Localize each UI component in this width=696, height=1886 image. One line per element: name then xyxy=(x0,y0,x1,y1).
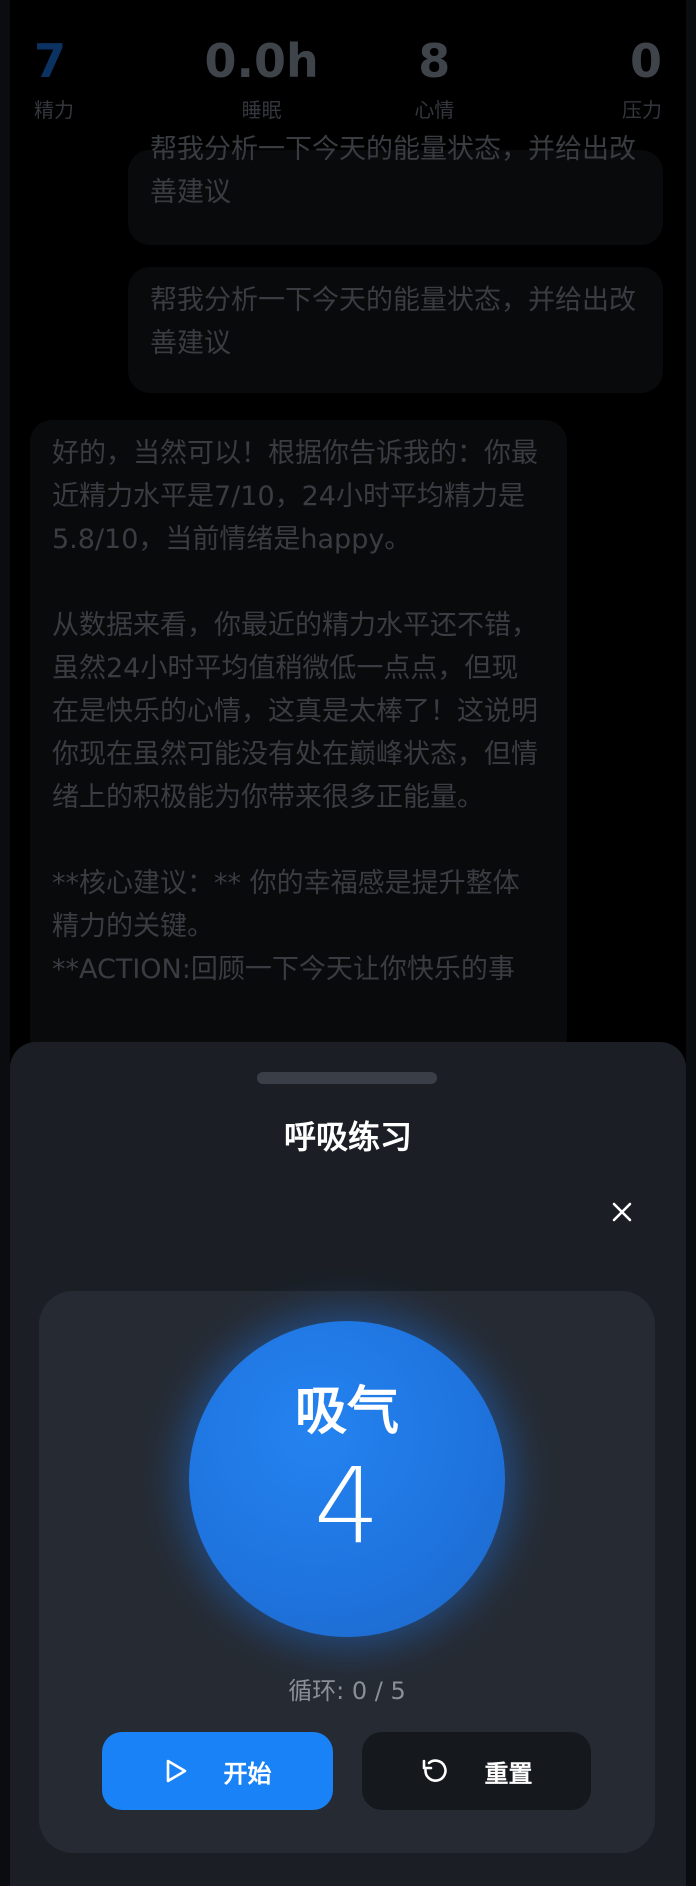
stat-sleep: 0.0h 睡眠 xyxy=(204,34,319,123)
reset-icon xyxy=(422,1759,447,1782)
close-button[interactable] xyxy=(602,1192,642,1232)
breath-phase: 吸气 xyxy=(294,1382,399,1442)
reset-button[interactable]: 重置 xyxy=(362,1732,591,1810)
cycle-counter: 循环: 0 / 5 xyxy=(288,1677,406,1705)
stat-mood: 8 心情 xyxy=(379,38,489,123)
assistant-message-bubble: 好的，当然可以！根据你告诉我的：你最近精力水平是7/10，24小时平均精力是5.… xyxy=(30,420,567,1060)
stat-mood-label: 心情 xyxy=(414,98,455,122)
stat-stress-label: 压力 xyxy=(621,98,662,122)
breathing-circle: 吸气 4 xyxy=(189,1321,505,1637)
stat-stress-value: 0 xyxy=(629,34,662,88)
start-button-label: 开始 xyxy=(223,1759,272,1788)
play-icon xyxy=(166,1759,186,1783)
user-message-text: 帮我分析一下今天的能量状态，并给出改善建议 xyxy=(150,285,636,359)
user-message-text: 帮我分析一下今天的能量状态，并给出改善建议 xyxy=(150,134,636,208)
stat-sleep-label: 睡眠 xyxy=(241,98,282,122)
stat-mood-value: 8 xyxy=(418,34,451,88)
assistant-message-text: 好的，当然可以！根据你告诉我的：你最近精力水平是7/10，24小时平均精力是5.… xyxy=(52,438,538,985)
stat-energy-value: 7 xyxy=(34,34,67,88)
stat-energy-label: 精力 xyxy=(34,98,74,122)
user-message-bubble: 帮我分析一下今天的能量状态，并给出改善建议 xyxy=(128,134,663,245)
reset-button-label: 重置 xyxy=(484,1759,533,1788)
breath-count: 4 xyxy=(313,1445,381,1567)
breathing-card: 吸气 4 循环: 0 / 5 开始 重置 xyxy=(39,1291,655,1853)
stat-stress: 0 压力 xyxy=(552,38,662,123)
start-button[interactable]: 开始 xyxy=(102,1732,333,1810)
close-icon xyxy=(612,1202,632,1222)
sheet-title: 呼吸练习 xyxy=(283,1118,412,1156)
breathing-sheet: 呼吸练习 吸气 4 循环: 0 / 5 开始 重置 xyxy=(10,1042,686,1886)
sheet-drag-handle[interactable] xyxy=(257,1072,437,1084)
stat-sleep-value: 0.0h xyxy=(204,34,319,88)
stat-energy: 7 精力 xyxy=(34,38,144,123)
user-message-bubble: 帮我分析一下今天的能量状态，并给出改善建议 xyxy=(128,267,663,393)
